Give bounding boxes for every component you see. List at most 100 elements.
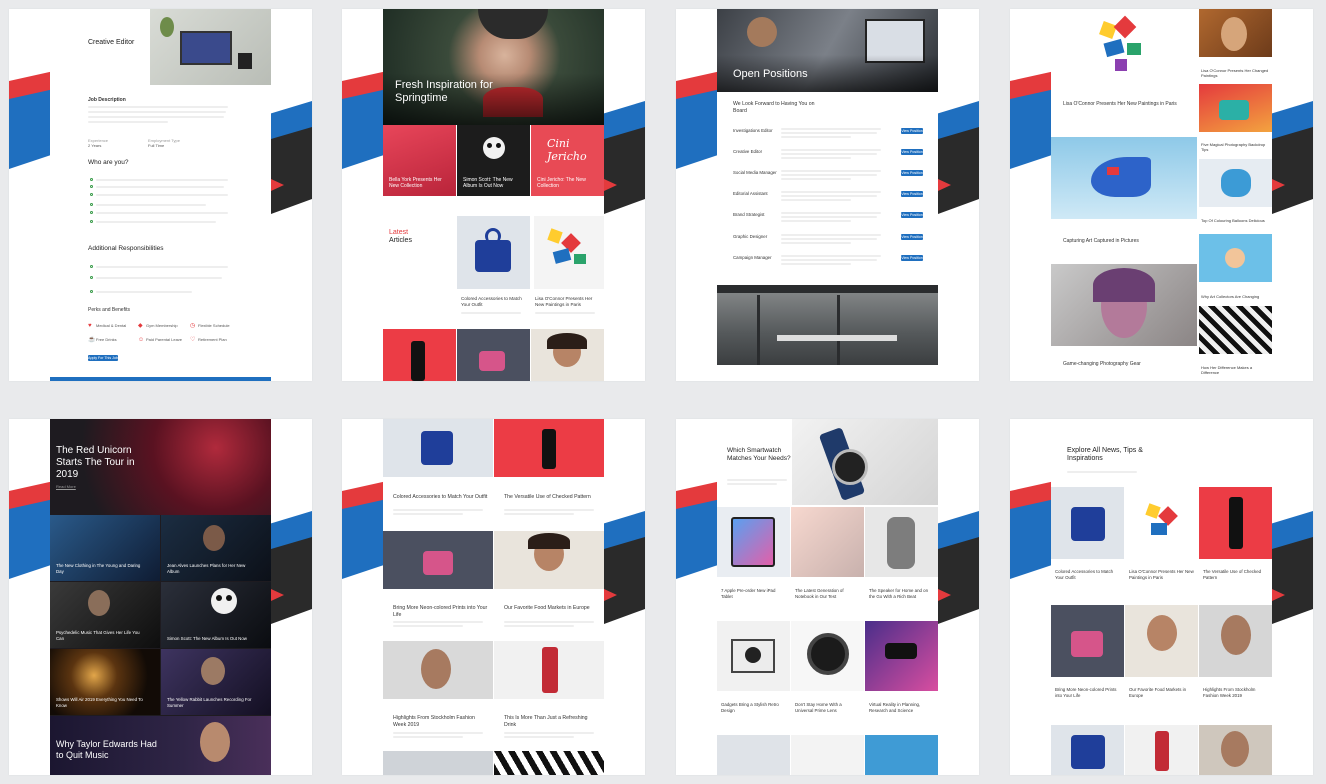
article-title[interactable]: Game-changing Photography Gear [1063, 361, 1183, 368]
view-position-button[interactable]: View Position [901, 255, 923, 261]
thumbnail-creative-editor[interactable]: Creative Editor Job Description Experien… [9, 9, 312, 381]
ipad-photo [717, 507, 790, 577]
article-title[interactable]: Lisa O'Connor Presents Her New Paintings… [1063, 101, 1183, 108]
tile[interactable]: Jean Alves Launches Plans for Her New Al… [161, 515, 271, 581]
position-title: Creative Editor [733, 149, 763, 154]
article-title[interactable]: The Versatile Use of Checked Pattern [1203, 569, 1269, 581]
lens-photo [791, 621, 864, 691]
thumbnail-tech-blog[interactable]: Which Smartwatch Matches Your Needs? 7 A… [676, 419, 979, 775]
thumbnail-music-magazine[interactable]: The Red Unicorn Starts The Tour in 2019 … [9, 419, 312, 775]
article-title[interactable]: Highlights From Stockholm Fashion Week 2… [393, 715, 488, 729]
thumbnail-art-blog[interactable]: Lisa O'Connor Presents Her New Paintings… [1010, 9, 1313, 381]
side-article-title[interactable]: Why Art Collectors Are Changing [1201, 294, 1269, 300]
article-title[interactable]: Highlights From Stockholm Fashion Week 2… [1203, 687, 1269, 699]
glasses-photo [531, 329, 604, 381]
album-tile[interactable]: Simon Scott: The New Album Is Out Now [457, 125, 530, 196]
schedule-icon: ◷ [190, 323, 196, 329]
article-title[interactable]: The Latest Generation of Notebook in Our… [795, 588, 861, 600]
painting-thumb [1199, 9, 1272, 57]
hero-portrait [383, 9, 604, 125]
article-title[interactable]: This Is More Than Just a Refreshing Drin… [504, 715, 599, 729]
side-article-title[interactable]: Top Of Colouring Balloons Delicious [1201, 218, 1269, 224]
thumbnail-news-grid[interactable]: Explore All News, Tips & Inspirations Co… [1010, 419, 1313, 775]
perk-item: Free Drinks [96, 337, 117, 342]
position-title: Social Media Manager [733, 170, 777, 175]
view-position-button[interactable]: View Position [901, 128, 923, 134]
tshirt-photo [1051, 605, 1124, 677]
view-position-button[interactable]: View Position [901, 170, 923, 176]
article-title[interactable]: Our Favorite Food Markets in Europe [504, 605, 599, 612]
open-office-photo [717, 285, 938, 365]
side-article-title[interactable]: Five Magical Photography Backdrop Tips [1201, 142, 1269, 153]
parental-icon: ☺ [138, 337, 145, 343]
woman-photo [1199, 605, 1272, 677]
perk-item: Paid Parental Leave [146, 337, 183, 342]
tile[interactable]: The New Clothing in The Young and Daring… [50, 515, 160, 581]
collection-tile[interactable]: Bella York Presents Her New Collection [383, 125, 456, 196]
abstract-art-photo [1051, 9, 1197, 91]
articles-label: Articles [389, 237, 412, 244]
article-title[interactable]: Don't Stay Home With a Universal Prime L… [795, 702, 861, 714]
article-title[interactable]: Our Favorite Food Markets in Europe [1129, 687, 1195, 699]
art-photo [1125, 487, 1198, 559]
sock-photo [383, 329, 456, 381]
article-title[interactable]: The Speaker for Home and on the Go With … [869, 588, 935, 600]
side-article-title[interactable]: How Her Difference Makes a Difference [1201, 365, 1269, 376]
smartwatch-photo [792, 419, 938, 505]
thumbnail-open-positions[interactable]: Open Positions We Look Forward to Having… [676, 9, 979, 381]
position-title: Editorial Assistant [733, 191, 768, 196]
flower-thumb [1199, 234, 1272, 282]
article-title[interactable]: 7 Apple Pre-order New iPad Tablet [721, 588, 787, 600]
article-title[interactable]: The Versatile Use of Checked Pattern [504, 494, 599, 501]
graffiti-thumb [1199, 306, 1272, 354]
thumb [1199, 84, 1272, 132]
perk-item: Flexible Schedule [198, 323, 230, 328]
drinks-icon: ☕ [88, 337, 96, 343]
laptop-photo [150, 9, 271, 85]
section-heading: Job Description [88, 97, 126, 103]
tshirt-photo [383, 531, 493, 589]
hero-title: Fresh Inspiration for Springtime [395, 79, 493, 105]
who-heading: Who are you? [88, 159, 129, 166]
speaker-photo [865, 507, 938, 577]
article-title[interactable]: Bring More Neon-colored Prints into Your… [393, 605, 488, 619]
drink-photo [494, 641, 604, 699]
thumbnail-magazine-spring[interactable]: Fresh Inspiration for Springtime Bella Y… [342, 9, 645, 381]
article-title[interactable]: Bring More Neon-colored Prints into Your… [1055, 687, 1121, 699]
hero-title: The Red Unicorn Starts The Tour in 2019 [56, 445, 135, 480]
perk-item: Gym Membership [146, 323, 178, 328]
tile[interactable]: Psychedelic Music That Gives Her Life Yo… [50, 582, 160, 648]
jericho-tile[interactable]: Cini Jericho Cini Jericho: The New Collec… [531, 125, 604, 196]
side-article-title[interactable]: Lisa O'Connor Presents Her Changed Paint… [1201, 68, 1269, 79]
article-title[interactable]: Lisa O'Connor Presents Her New Paintings… [1129, 569, 1195, 581]
perk-item: Medical & Dental [96, 323, 127, 328]
article-title[interactable]: Colored Accessories to Match Your Outfit [393, 494, 488, 501]
view-position-button[interactable]: View Position [901, 212, 923, 218]
notebook-photo [791, 507, 864, 577]
article-title[interactable]: Gadgets Bring a Stylish Retro Design [721, 702, 787, 714]
view-position-button[interactable]: View Position [901, 234, 923, 240]
balloon-dog-thumb [1199, 159, 1272, 207]
read-more-link[interactable]: Read More [56, 484, 76, 490]
subheading: We Look Forward to Having You on Board [733, 101, 815, 115]
thumbnail-fashion-grid[interactable]: Colored Accessories to Match Your Outfit… [342, 419, 645, 775]
view-position-button[interactable]: View Position [901, 191, 923, 197]
feature-title[interactable]: Why Taylor Edwards Had to Quit Music [56, 739, 166, 761]
page-title: Creative Editor [88, 39, 135, 46]
tile[interactable]: Simon Scott: The New Album Is Out Now [161, 582, 271, 648]
apply-button[interactable]: Apply For This Job [88, 355, 118, 361]
art-photo [534, 216, 604, 289]
article-title[interactable]: Virtual Reality in Planning, Research an… [869, 702, 935, 714]
tile[interactable]: The Yellow Rabbit Launches Recording For… [161, 649, 271, 715]
glasses-photo [1125, 605, 1198, 677]
article-title[interactable]: Colored Accessories to Match Your Outfit [461, 296, 527, 308]
perks-heading: Perks and Benefits [88, 307, 130, 313]
article-title[interactable]: Lisa O'Connor Presents Her New Paintings… [535, 296, 601, 308]
article-title[interactable]: Capturing Art Captured in Pictures [1063, 238, 1183, 245]
tile[interactable]: Shows Will Air 2019 Everything You Need … [50, 649, 160, 715]
view-position-button[interactable]: View Position [901, 149, 923, 155]
article-title[interactable]: Colored Accessories to Match Your Outfit [1055, 569, 1121, 581]
bag-photo [383, 419, 493, 477]
hero-title: Which Smartwatch Matches Your Needs? [727, 447, 791, 462]
position-title: Graphic Designer [733, 234, 768, 239]
